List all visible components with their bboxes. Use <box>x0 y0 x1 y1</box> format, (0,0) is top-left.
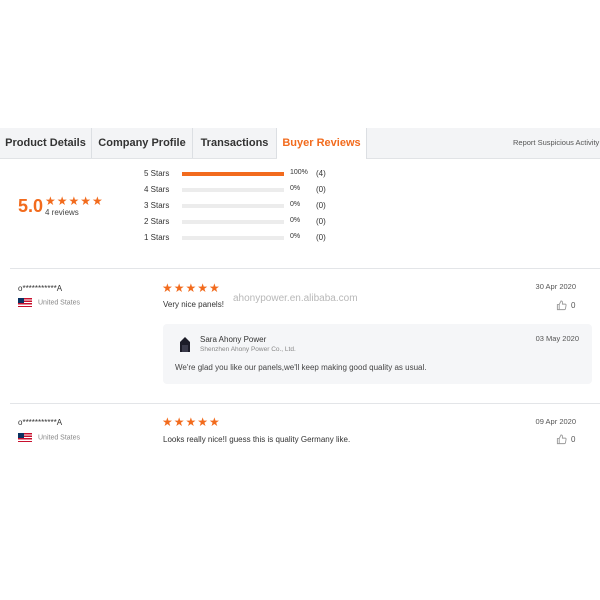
review-stars: ★★★★★ <box>162 415 221 429</box>
reviewer-name: o***********A <box>18 284 63 293</box>
distribution-count: (0) <box>316 217 326 226</box>
like-button[interactable] <box>556 300 567 313</box>
distribution-percent: 0% <box>290 185 301 192</box>
distribution-percent: 0% <box>290 201 301 208</box>
review-date: 30 Apr 2020 <box>535 282 576 291</box>
divider <box>10 268 600 269</box>
tab-transactions[interactable]: Transactions <box>193 128 277 158</box>
us-flag-icon <box>18 433 32 442</box>
average-score: 5.0 <box>18 196 44 216</box>
distribution-label: 1 Stars <box>144 233 170 242</box>
like-button[interactable] <box>556 434 567 447</box>
distribution-label: 4 Stars <box>144 185 170 194</box>
reply-date: 03 May 2020 <box>535 334 579 343</box>
distribution-bar-fill <box>182 172 284 176</box>
review-text: Very nice panels! <box>163 300 224 309</box>
tab-buyer-reviews[interactable]: Buyer Reviews <box>277 128 367 159</box>
distribution-count: (4) <box>316 169 326 178</box>
review-date: 09 Apr 2020 <box>535 417 576 426</box>
distribution-bar <box>182 172 284 176</box>
reply-text: We're glad you like our panels,we'll kee… <box>175 363 427 372</box>
distribution-percent: 0% <box>290 217 301 224</box>
seller-logo-icon <box>180 337 190 352</box>
report-suspicious-activity-link[interactable]: Report Suspicious Activity <box>513 128 600 158</box>
watermark: ahonypower.en.alibaba.com <box>233 293 358 304</box>
like-count: 0 <box>571 435 576 444</box>
distribution-count: (0) <box>316 201 326 210</box>
divider <box>10 403 600 404</box>
distribution-percent: 100% <box>290 169 308 176</box>
tab-product-details[interactable]: Product Details <box>0 128 92 158</box>
country-name: United States <box>38 299 81 307</box>
distribution-label: 5 Stars <box>144 169 170 178</box>
tab-company-profile[interactable]: Company Profile <box>92 128 193 158</box>
distribution-label: 3 Stars <box>144 201 170 210</box>
like-count: 0 <box>571 301 576 310</box>
review-text: Looks really nice!I guess this is qualit… <box>163 435 351 444</box>
us-flag-icon <box>18 298 32 307</box>
distribution-bar <box>182 188 284 192</box>
review-count: 4 reviews <box>45 208 79 217</box>
buyer-reviews-panel: Product Details Company Profile Transact… <box>0 128 600 468</box>
distribution-percent: 0% <box>290 233 301 240</box>
review-stars: ★★★★★ <box>162 281 221 295</box>
reviewer-country: United States <box>18 298 80 307</box>
distribution-bar <box>182 220 284 224</box>
average-stars: ★★★★★ <box>45 194 104 208</box>
seller-company: Shenzhen Ahony Power Co., Ltd. <box>200 346 296 353</box>
seller-reply: Sara Ahony Power Shenzhen Ahony Power Co… <box>163 324 592 384</box>
reviewer-name: o***********A <box>18 418 63 427</box>
reviewer-country: United States <box>18 433 80 442</box>
tab-bar: Product Details Company Profile Transact… <box>0 128 600 159</box>
thumbs-up-icon <box>556 434 567 445</box>
seller-name: Sara Ahony Power <box>200 335 267 344</box>
distribution-count: (0) <box>316 233 326 242</box>
thumbs-up-icon <box>556 300 567 311</box>
distribution-count: (0) <box>316 185 326 194</box>
country-name: United States <box>38 434 81 442</box>
distribution-bar <box>182 236 284 240</box>
distribution-bar <box>182 204 284 208</box>
distribution-label: 2 Stars <box>144 217 170 226</box>
